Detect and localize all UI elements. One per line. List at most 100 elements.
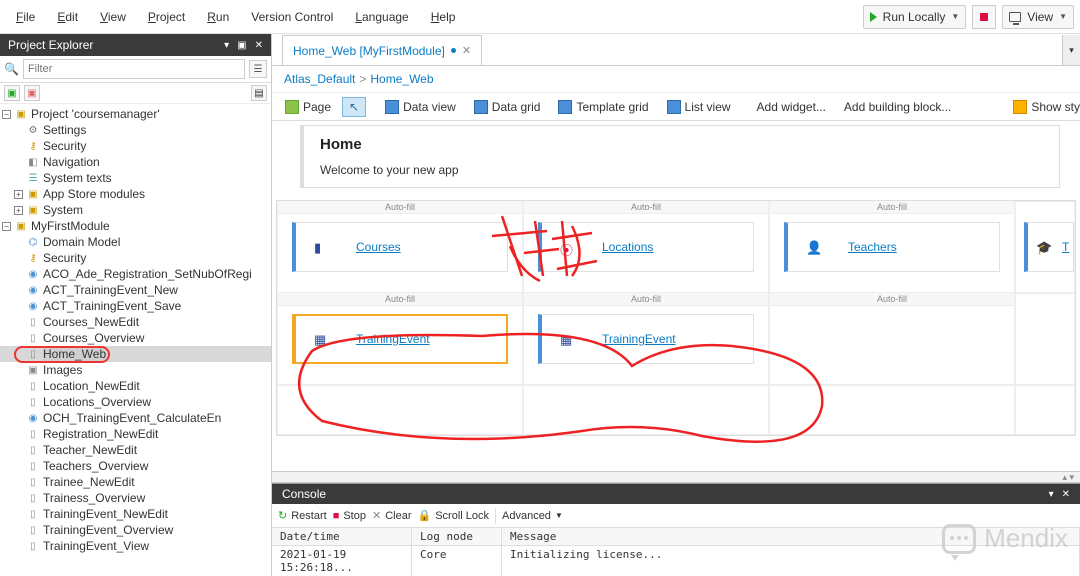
- tree-security[interactable]: Security: [43, 139, 86, 153]
- tree-project-root[interactable]: Project 'coursemanager': [31, 107, 160, 121]
- tree-item-teacher_newedit[interactable]: ▯Teacher_NewEdit: [0, 442, 271, 458]
- tree-item-trainess_overview[interactable]: ▯Trainess_Overview: [0, 490, 271, 506]
- addbuildingblock-button[interactable]: Add building block...: [837, 97, 958, 117]
- filter-option-button[interactable]: ☰: [249, 60, 267, 78]
- scrolllock-button[interactable]: 🔒Scroll Lock: [418, 509, 490, 522]
- link-courses[interactable]: Courses: [356, 240, 401, 254]
- tree-item-images[interactable]: ▣Images: [0, 362, 271, 378]
- grid-cell[interactable]: [277, 385, 523, 435]
- expander-icon[interactable]: +: [14, 190, 23, 199]
- grid-cell[interactable]: Auto-fill 👤Teachers: [769, 201, 1015, 293]
- page-button[interactable]: Page: [278, 97, 338, 117]
- link-trainee[interactable]: T: [1062, 240, 1069, 254]
- restart-button[interactable]: ↻Restart: [278, 509, 327, 522]
- close-icon[interactable]: ✕: [255, 40, 263, 51]
- menu-view[interactable]: View: [90, 6, 136, 28]
- menu-version-control[interactable]: Version Control: [241, 6, 343, 28]
- tree-item-och_trainingevent_calculateen[interactable]: ◉OCH_TrainingEvent_CalculateEn: [0, 410, 271, 426]
- pin-icon[interactable]: ▣: [237, 40, 246, 51]
- tree-item-act_trainingevent_new[interactable]: ◉ACT_TrainingEvent_New: [0, 282, 271, 298]
- grid-cell[interactable]: Auto-fill ⦿Locations: [523, 201, 769, 293]
- tab-home-web[interactable]: Home_Web [MyFirstModule] ✕: [282, 35, 482, 65]
- tree-item-trainee_newedit[interactable]: ▯Trainee_NewEdit: [0, 474, 271, 490]
- menu-edit[interactable]: Edit: [47, 6, 88, 28]
- grid-cell[interactable]: Auto-fill: [769, 293, 1015, 385]
- grid-cell[interactable]: [1015, 293, 1075, 385]
- tree-item-trainingevent_newedit[interactable]: ▯TrainingEvent_NewEdit: [0, 506, 271, 522]
- tree-item-security[interactable]: ⚷Security: [0, 250, 271, 266]
- card-trainingevent-2[interactable]: ▦TrainingEvent: [538, 314, 754, 364]
- stop-button[interactable]: [972, 5, 996, 29]
- menu-run[interactable]: Run: [197, 6, 239, 28]
- tree-item-trainingevent_view[interactable]: ▯TrainingEvent_View: [0, 538, 271, 554]
- menu-project[interactable]: Project: [138, 6, 195, 28]
- splitter-bar[interactable]: ▴ ▾: [272, 471, 1080, 483]
- addwidget-button[interactable]: Add widget...: [750, 97, 833, 117]
- tree-item-teachers_overview[interactable]: ▯Teachers_Overview: [0, 458, 271, 474]
- tree-system[interactable]: System: [43, 203, 83, 217]
- tab-overflow-button[interactable]: ▾: [1062, 35, 1080, 65]
- showstyles-button[interactable]: Show styles: [1006, 97, 1080, 117]
- tree-settings[interactable]: Settings: [43, 123, 86, 137]
- card-trainingevent-1[interactable]: ▦TrainingEvent: [292, 314, 508, 364]
- toggle-view-button[interactable]: ▤: [251, 85, 267, 101]
- templategrid-button[interactable]: Template grid: [551, 97, 655, 117]
- run-locally-button[interactable]: Run Locally ▼: [863, 5, 967, 29]
- stop-button[interactable]: ■Stop: [333, 510, 366, 522]
- grid-cell[interactable]: [1015, 385, 1075, 435]
- tree-item-trainingevent_overview[interactable]: ▯TrainingEvent_Overview: [0, 522, 271, 538]
- pointer-button[interactable]: ↖: [342, 97, 366, 117]
- link-trainingevent[interactable]: TrainingEvent: [356, 332, 430, 346]
- card-trainee[interactable]: 🎓T: [1024, 222, 1074, 272]
- tree-item-courses_newedit[interactable]: ▯Courses_NewEdit: [0, 314, 271, 330]
- collapse-all-button[interactable]: ▣: [24, 85, 40, 101]
- card-courses[interactable]: ▮Courses: [292, 222, 508, 272]
- tree-item-location_newedit[interactable]: ▯Location_NewEdit: [0, 378, 271, 394]
- close-icon[interactable]: ✕: [462, 44, 471, 57]
- tree-item-domain model[interactable]: ⌬Domain Model: [0, 234, 271, 250]
- breadcrumb-page[interactable]: Home_Web: [370, 72, 433, 86]
- tree-item-aco_ade_registration_setnubofregi[interactable]: ◉ACO_Ade_Registration_SetNubOfRegi: [0, 266, 271, 282]
- col-lognode[interactable]: Log node: [412, 528, 502, 545]
- tree-item-registration_newedit[interactable]: ▯Registration_NewEdit: [0, 426, 271, 442]
- link-trainingevent[interactable]: TrainingEvent: [602, 332, 676, 346]
- view-button[interactable]: View ▼: [1002, 5, 1074, 29]
- tree-systemtexts[interactable]: System texts: [43, 171, 112, 185]
- page-canvas[interactable]: Home Welcome to your new app Auto-fill ▮…: [272, 121, 1080, 471]
- expander-icon[interactable]: +: [14, 206, 23, 215]
- tree-navigation[interactable]: Navigation: [43, 155, 100, 169]
- advanced-button[interactable]: Advanced ▼: [502, 510, 563, 522]
- col-datetime[interactable]: Date/time: [272, 528, 412, 545]
- grid-cell[interactable]: [769, 385, 1015, 435]
- expand-all-button[interactable]: ▣: [4, 85, 20, 101]
- col-message[interactable]: Message: [502, 528, 1080, 545]
- link-teachers[interactable]: Teachers: [848, 240, 897, 254]
- grid-cell[interactable]: Auto-fill ▦TrainingEvent: [523, 293, 769, 385]
- menu-help[interactable]: Help: [421, 6, 466, 28]
- datagrid-button[interactable]: Data grid: [467, 97, 548, 117]
- expander-icon[interactable]: −: [2, 222, 11, 231]
- expander-icon[interactable]: −: [2, 110, 11, 119]
- tree-item-locations_overview[interactable]: ▯Locations_Overview: [0, 394, 271, 410]
- tree-appstore[interactable]: App Store modules: [43, 187, 145, 201]
- menu-file[interactable]: File: [6, 6, 45, 28]
- link-locations[interactable]: Locations: [602, 240, 653, 254]
- grid-cell[interactable]: Auto-fill ▦TrainingEvent: [277, 293, 523, 385]
- listview-button[interactable]: List view: [660, 97, 738, 117]
- card-teachers[interactable]: 👤Teachers: [784, 222, 1000, 272]
- close-icon[interactable]: ✕: [1062, 489, 1070, 500]
- grid-cell[interactable]: 🎓T: [1015, 201, 1075, 293]
- tree-module[interactable]: MyFirstModule: [31, 219, 110, 233]
- clear-button[interactable]: ✕Clear: [372, 509, 412, 522]
- grid-cell[interactable]: Auto-fill ▮Courses: [277, 201, 523, 293]
- dropdown-icon[interactable]: ▾: [1049, 489, 1054, 500]
- filter-input[interactable]: [23, 59, 245, 79]
- dataview-button[interactable]: Data view: [378, 97, 463, 117]
- tree-item-home_web[interactable]: ▯Home_Web: [0, 346, 271, 362]
- menu-language[interactable]: Language: [345, 6, 418, 28]
- dropdown-icon[interactable]: ▾: [224, 40, 229, 51]
- tree-item-courses_overview[interactable]: ▯Courses_Overview: [0, 330, 271, 346]
- grid-cell[interactable]: [523, 385, 769, 435]
- card-locations[interactable]: ⦿Locations: [538, 222, 754, 272]
- tree-item-act_trainingevent_save[interactable]: ◉ACT_TrainingEvent_Save: [0, 298, 271, 314]
